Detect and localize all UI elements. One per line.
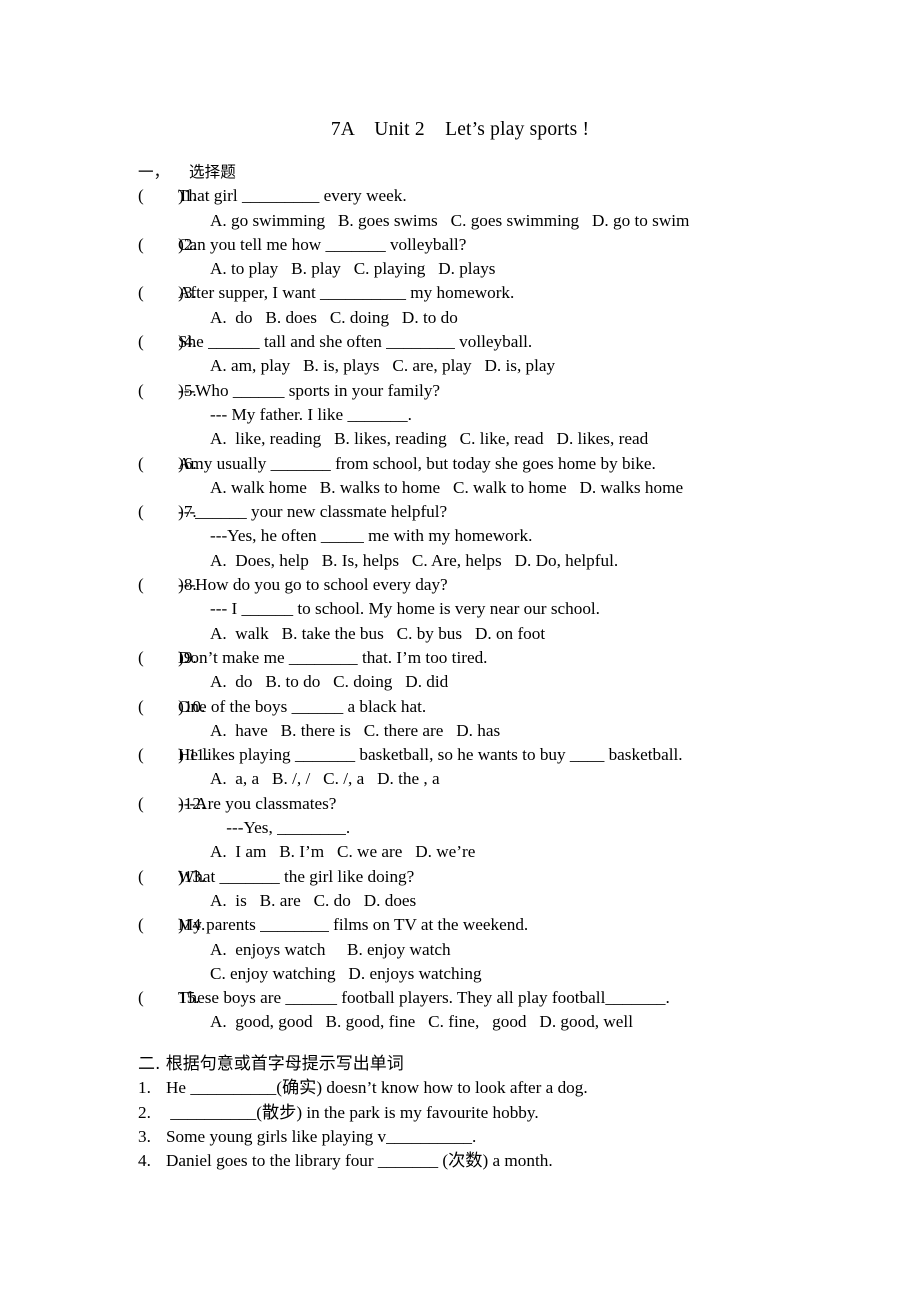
option-row[interactable]: A. walk B. take the bus C. by bus D. on …: [138, 622, 898, 646]
answer-bracket[interactable]: ( )12.: [138, 792, 205, 816]
question-row: ( ) 11.He likes playing _______ basketba…: [138, 743, 898, 767]
fill-blank-item: 2. __________(散步) in the park is my favo…: [138, 1101, 898, 1125]
answer-bracket[interactable]: ( )6.: [138, 452, 197, 476]
item-text[interactable]: Some young girls like playing v_________…: [166, 1127, 476, 1146]
item-number: 2.: [138, 1102, 151, 1122]
option-row[interactable]: A. do B. does C. doing D. to do: [138, 306, 898, 330]
option-row[interactable]: A. Does, help B. Is, helps C. Are, helps…: [138, 549, 898, 573]
fill-blank-item: 1. He __________(确实) doesn’t know how to …: [138, 1076, 898, 1100]
item-text[interactable]: He __________(确实) doesn’t know how to lo…: [166, 1078, 588, 1097]
question-row: ( )7.---______ your new classmate helpfu…: [138, 500, 898, 524]
question-row: ( )4.She ______ tall and she often _____…: [138, 330, 898, 354]
question-stem: My parents ________ films on TV at the w…: [178, 915, 529, 935]
worksheet-page: 7A Unit 2 Let’s play sports ! 一， 选择题 ( )…: [0, 0, 920, 1302]
question-continuation: --- My father. I like _______.: [210, 404, 412, 424]
option-row[interactable]: A. walk home B. walks to home C. walk to…: [138, 476, 898, 500]
item-text[interactable]: Daniel goes to the library four _______ …: [166, 1151, 553, 1170]
answer-bracket[interactable]: ( )10.: [138, 695, 205, 719]
answer-bracket[interactable]: ( )2.: [138, 233, 197, 257]
question-stem: She ______ tall and she often ________ v…: [178, 332, 533, 352]
answer-bracket[interactable]: ( ) 11.: [138, 743, 209, 767]
question-row: ( )8.---How do you go to school every da…: [138, 573, 898, 597]
question-stem: ---______ your new classmate helpful?: [178, 502, 448, 522]
option-row[interactable]: A. I am B. I’m C. we are D. we’re: [138, 840, 898, 864]
question-stem: What _______ the girl like doing?: [178, 866, 415, 886]
question-row: ( )1.That girl _________ every week.: [138, 184, 898, 208]
answer-bracket[interactable]: ( )14.: [138, 913, 205, 937]
option-row[interactable]: A. to play B. play C. playing D. plays: [138, 257, 898, 281]
answer-bracket[interactable]: ( )3.: [138, 281, 197, 305]
option-row[interactable]: A. a, a B. /, / C. /, a D. the , a: [138, 767, 898, 791]
question-stem: Amy usually _______ from school, but tod…: [178, 453, 656, 473]
option-row[interactable]: A. enjoys watch B. enjoy watch: [138, 938, 898, 962]
answer-bracket[interactable]: ( )9.: [138, 646, 197, 670]
question-row: ( )5.---Who ______ sports in your family…: [138, 379, 898, 403]
question-stem: ---Who ______ sports in your family?: [178, 380, 441, 400]
question-stem: These boys are ______ football players. …: [178, 988, 670, 1008]
answer-bracket[interactable]: ( )4.: [138, 330, 197, 354]
section-two-heading: 二. 根据句意或首字母提示写出单词: [138, 1054, 404, 1074]
question-row: ( )3.After supper, I want __________ my …: [138, 281, 898, 305]
option-row[interactable]: A. is B. are C. do D. does: [138, 889, 898, 913]
question-stem: After supper, I want __________ my homew…: [178, 283, 515, 303]
item-number: 3.: [138, 1126, 151, 1146]
option-row[interactable]: C. enjoy watching D. enjoys watching: [138, 962, 898, 986]
option-row[interactable]: A. like, reading B. likes, reading C. li…: [138, 427, 898, 451]
section-one: 一， 选择题 ( )1.That girl _________ every we…: [138, 160, 898, 1035]
answer-bracket[interactable]: ( )13.: [138, 865, 205, 889]
answer-bracket[interactable]: ( )1.: [138, 184, 197, 208]
question-row: ( )14.My parents ________ films on TV at…: [138, 913, 898, 937]
answer-bracket[interactable]: ( 15.: [138, 986, 200, 1010]
question-row: ( )12.---Are you classmates?: [138, 792, 898, 816]
answer-bracket[interactable]: ( )7.: [138, 500, 197, 524]
option-row[interactable]: A. am, play B. is, plays C. are, play D.…: [138, 354, 898, 378]
item-number: 1.: [138, 1078, 151, 1098]
item-number: 4.: [138, 1151, 151, 1171]
option-row[interactable]: A. go swimming B. goes swims C. goes swi…: [138, 209, 898, 233]
question-stem: He likes playing _______ basketball, so …: [178, 745, 683, 765]
question-row: ( )2.Can you tell me how _______ volleyb…: [138, 233, 898, 257]
question-stem: One of the boys ______ a black hat.: [178, 696, 427, 716]
question-stem: That girl _________ every week.: [178, 186, 407, 206]
question-row: ( )9.Don’t make me ________ that. I’m to…: [138, 646, 898, 670]
question-row: ( )6.Amy usually _______ from school, bu…: [138, 452, 898, 476]
section-two: 二. 根据句意或首字母提示写出单词 1. He __________(确实) do…: [138, 1052, 898, 1173]
item-text[interactable]: __________(散步) in the park is my favouri…: [166, 1103, 538, 1122]
section-one-heading: 一， 选择题: [138, 163, 236, 181]
question-row: ( )10.One of the boys ______ a black hat…: [138, 695, 898, 719]
option-row[interactable]: A. good, good B. good, fine C. fine, goo…: [138, 1010, 898, 1034]
option-row[interactable]: A. have B. there is C. there are D. has: [138, 719, 898, 743]
question-continuation: ---Yes, he often _____ me with my homewo…: [210, 526, 533, 546]
fill-blank-item: 3. Some young girls like playing v_______…: [138, 1125, 898, 1149]
question-continuation: ---Yes, ________.: [222, 818, 351, 838]
page-title: 7A Unit 2 Let’s play sports !: [330, 119, 590, 140]
question-stem: ---How do you go to school every day?: [178, 575, 448, 595]
question-stem: Can you tell me how _______ volleyball?: [178, 234, 467, 254]
question-row: ( )13.What _______ the girl like doing?: [138, 865, 898, 889]
question-stem: ---Are you classmates?: [178, 793, 337, 813]
answer-bracket[interactable]: ( )5.: [138, 379, 197, 403]
answer-bracket[interactable]: ( )8.: [138, 573, 197, 597]
question-stem: Don’t make me ________ that. I’m too tir…: [178, 647, 488, 667]
question-row: ( 15.These boys are ______ football play…: [138, 986, 898, 1010]
option-row[interactable]: A. do B. to do C. doing D. did: [138, 670, 898, 694]
question-continuation: --- I ______ to school. My home is very …: [210, 599, 600, 619]
fill-blank-item: 4. Daniel goes to the library four ______…: [138, 1149, 898, 1173]
